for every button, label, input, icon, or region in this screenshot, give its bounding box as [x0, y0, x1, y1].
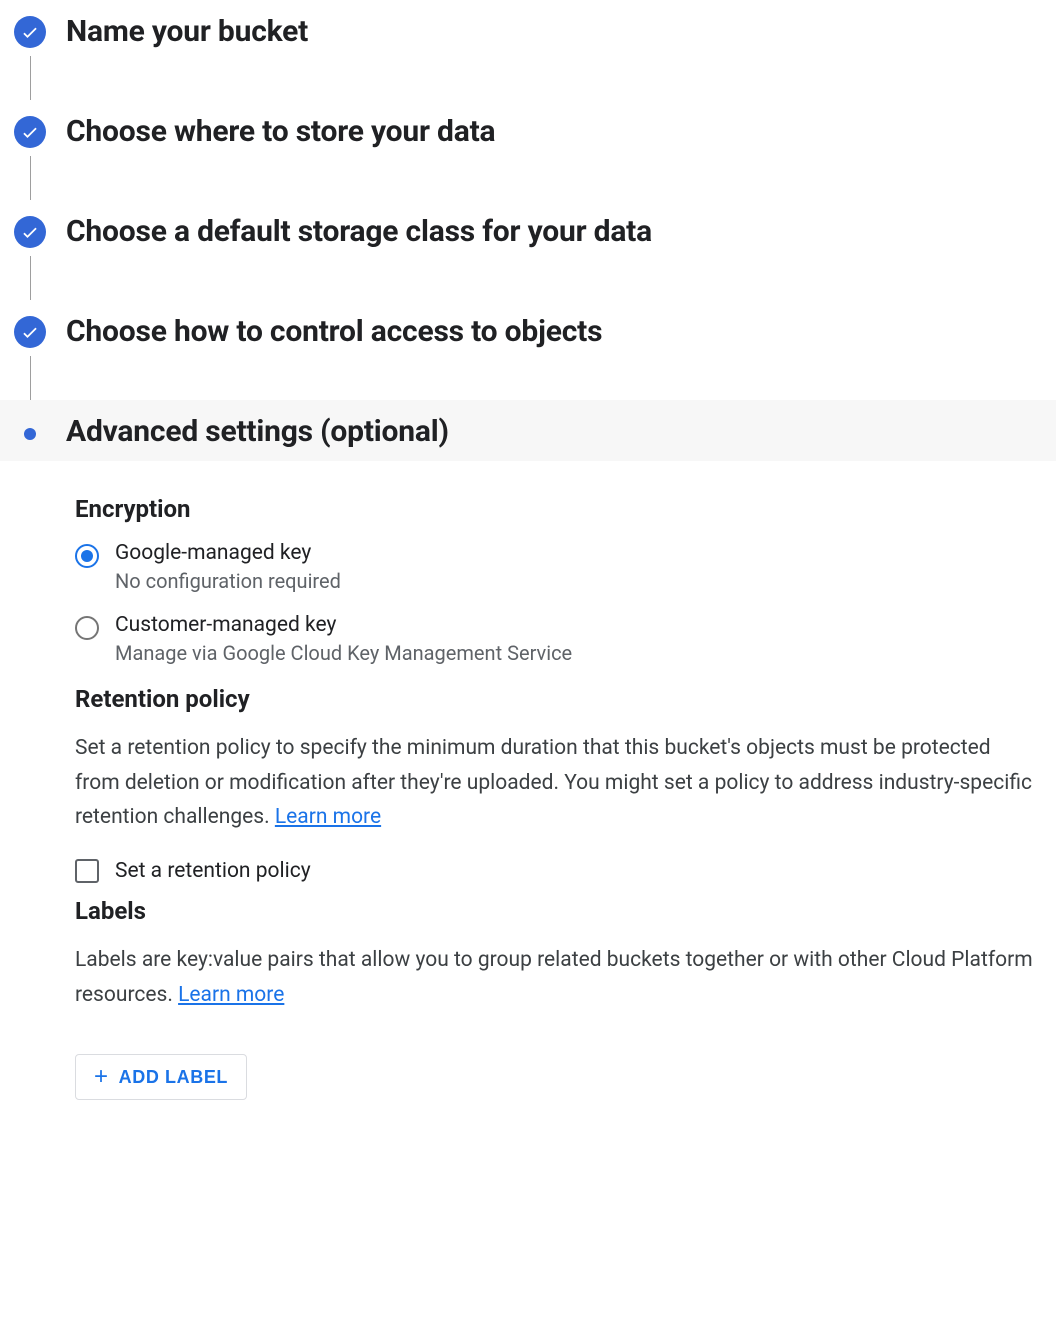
step-control-access[interactable]: Choose how to control access to objects: [0, 300, 1056, 400]
checkbox-icon: [75, 859, 99, 883]
labels-heading: Labels: [75, 897, 1036, 925]
step-connector: [30, 56, 31, 100]
add-label-button[interactable]: + ADD LABEL: [75, 1054, 247, 1100]
step-connector: [30, 256, 31, 300]
step-title: Choose how to control access to objects: [50, 310, 602, 351]
radio-label: Google-managed key: [115, 541, 341, 565]
active-dot-icon: [24, 428, 36, 440]
labels-description: Labels are key:value pairs that allow yo…: [75, 943, 1036, 1012]
step-title: Choose where to store your data: [50, 110, 495, 151]
encryption-heading: Encryption: [75, 495, 1036, 523]
check-icon: [14, 116, 46, 148]
plus-icon: +: [94, 1065, 109, 1089]
radio-customer-managed-key[interactable]: Customer-managed key Manage via Google C…: [75, 613, 1036, 665]
check-icon: [14, 216, 46, 248]
radio-sublabel: No configuration required: [115, 569, 341, 593]
radio-label: Customer-managed key: [115, 613, 572, 637]
step-connector: [30, 156, 31, 200]
step-title: Name your bucket: [50, 10, 308, 51]
step-store-data[interactable]: Choose where to store your data: [0, 100, 1056, 200]
encryption-radio-group: Google-managed key No configuration requ…: [75, 541, 1036, 665]
retention-learn-more-link[interactable]: Learn more: [275, 805, 381, 829]
checkbox-label: Set a retention policy: [115, 859, 311, 883]
radio-icon: [75, 544, 99, 568]
check-icon: [14, 316, 46, 348]
radio-sublabel: Manage via Google Cloud Key Management S…: [115, 641, 572, 665]
radio-icon: [75, 616, 99, 640]
labels-learn-more-link[interactable]: Learn more: [178, 983, 284, 1007]
add-label-button-text: ADD LABEL: [119, 1067, 228, 1088]
step-connector: [30, 356, 31, 400]
retention-heading: Retention policy: [75, 685, 1036, 713]
step-title: Advanced settings (optional): [50, 410, 449, 451]
check-icon: [14, 16, 46, 48]
retention-checkbox-row[interactable]: Set a retention policy: [75, 859, 1036, 883]
step-advanced-settings[interactable]: Advanced settings (optional): [0, 400, 1056, 461]
step-title: Choose a default storage class for your …: [50, 210, 652, 251]
step-name-bucket[interactable]: Name your bucket: [0, 0, 1056, 100]
retention-description: Set a retention policy to specify the mi…: [75, 731, 1036, 835]
step-storage-class[interactable]: Choose a default storage class for your …: [0, 200, 1056, 300]
radio-google-managed-key[interactable]: Google-managed key No configuration requ…: [75, 541, 1036, 593]
